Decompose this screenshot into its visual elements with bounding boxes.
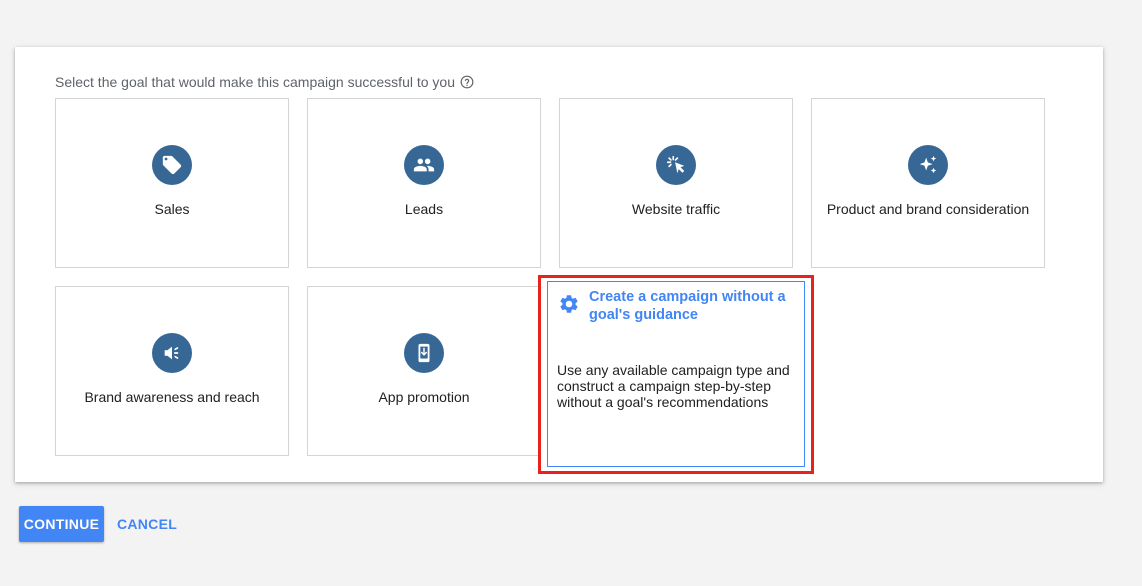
phone-icon [404, 333, 444, 373]
no-goal-header: Create a campaign without a goal's guida… [548, 282, 804, 324]
goal-prompt: Select the goal that would make this cam… [55, 74, 474, 90]
goal-prompt-text: Select the goal that would make this cam… [55, 74, 455, 90]
continue-button[interactable]: CONTINUE [19, 506, 104, 542]
gear-icon [558, 293, 580, 315]
goal-label: Brand awareness and reach [84, 389, 260, 405]
no-goal-description: Use any available campaign type and cons… [557, 362, 790, 410]
no-goal-card[interactable]: Create a campaign without a goal's guida… [547, 281, 805, 467]
goal-label: App promotion [378, 389, 470, 405]
goal-selection-panel: Select the goal that would make this cam… [15, 47, 1103, 482]
megaphone-icon [152, 333, 192, 373]
goal-label: Product and brand consideration [826, 201, 1030, 217]
goal-card-product-brand-consideration[interactable]: Product and brand consideration [811, 98, 1045, 268]
goal-card-app-promotion[interactable]: App promotion [307, 286, 541, 456]
goal-label: Sales [154, 201, 190, 217]
goal-card-brand-awareness[interactable]: Brand awareness and reach [55, 286, 289, 456]
goal-label: Leads [404, 201, 444, 217]
goal-label: Website traffic [631, 201, 721, 217]
goal-card-leads[interactable]: Leads [307, 98, 541, 268]
cursor-click-icon [656, 145, 696, 185]
tag-icon [152, 145, 192, 185]
goal-card-sales[interactable]: Sales [55, 98, 289, 268]
cancel-button[interactable]: CANCEL [112, 506, 182, 542]
people-icon [404, 145, 444, 185]
no-goal-title: Create a campaign without a goal's guida… [589, 289, 786, 323]
goal-card-website-traffic[interactable]: Website traffic [559, 98, 793, 268]
sparkle-icon [908, 145, 948, 185]
help-circle-icon[interactable] [460, 75, 474, 89]
